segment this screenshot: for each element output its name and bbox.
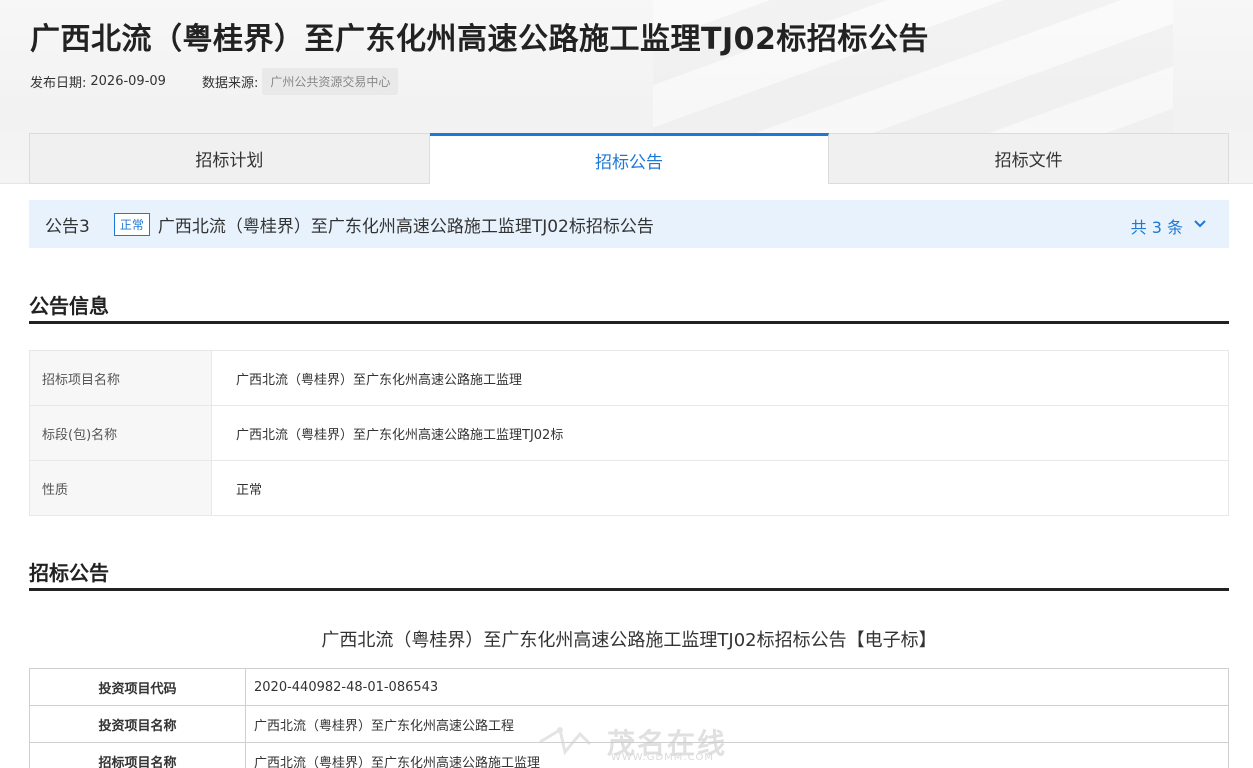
- tab-bid-notice[interactable]: 招标公告: [429, 133, 830, 184]
- page-meta: 发布日期: 2026-09-09 数据来源: 广州公共资源交易中心: [30, 67, 399, 95]
- table-row: 投资项目代码 2020-440982-48-01-086543: [29, 668, 1229, 706]
- site-watermark: 茂名在线 WWW.GDMM.COM: [535, 722, 735, 768]
- source-tag: 广州公共资源交易中心: [262, 67, 399, 95]
- info-value: 广西北流（粤桂界）至广东化州高速公路施工监理TJ02标: [211, 405, 1229, 461]
- notice-number: 公告3: [45, 216, 90, 237]
- watermark-url: WWW.GDMM.COM: [611, 752, 715, 763]
- detail-value: 广西北流（粤桂界）至广东化州高速公路工程: [245, 705, 1229, 743]
- info-key: 性质: [29, 460, 212, 516]
- detail-value: 广西北流（粤桂界）至广东化州高速公路施工监理: [245, 742, 1229, 768]
- notice-selector[interactable]: 公告3 正常 广西北流（粤桂界）至广东化州高速公路施工监理TJ02标招标公告 共…: [29, 200, 1229, 248]
- detail-key: 投资项目名称: [29, 705, 246, 743]
- section-heading-bid-notice: 招标公告: [29, 557, 1229, 591]
- detail-key: 投资项目代码: [29, 668, 246, 706]
- notice-title: 广西北流（粤桂界）至广东化州高速公路施工监理TJ02标招标公告: [157, 216, 654, 237]
- table-row: 招标项目名称 广西北流（粤桂界）至广东化州高速公路施工监理: [29, 350, 1229, 406]
- status-badge: 正常: [113, 212, 150, 236]
- source-label: 数据来源:: [201, 75, 259, 91]
- chevron-down-icon[interactable]: [1191, 215, 1209, 233]
- notice-info-table: 招标项目名称 广西北流（粤桂界）至广东化州高速公路施工监理 标段(包)名称 广西…: [29, 350, 1229, 516]
- watermark-logo-icon: [539, 727, 592, 756]
- page-title: 广西北流（粤桂界）至广东化州高速公路施工监理TJ02标招标公告: [30, 22, 929, 57]
- document-title: 广西北流（粤桂界）至广东化州高速公路施工监理TJ02标招标公告【电子标】: [321, 630, 937, 651]
- info-value: 正常: [211, 460, 1229, 516]
- detail-key: 招标项目名称: [29, 742, 246, 768]
- detail-value: 2020-440982-48-01-086543: [245, 668, 1229, 706]
- table-row: 标段(包)名称 广西北流（粤桂界）至广东化州高速公路施工监理TJ02标: [29, 405, 1229, 461]
- section-heading-notice-info: 公告信息: [29, 290, 1229, 324]
- notice-count[interactable]: 共 3 条: [1131, 214, 1183, 238]
- info-value: 广西北流（粤桂界）至广东化州高速公路施工监理: [211, 350, 1229, 406]
- table-row: 性质 正常: [29, 460, 1229, 516]
- publish-date-label: 发布日期:: [30, 75, 87, 91]
- tab-bid-documents[interactable]: 招标文件: [829, 133, 1230, 184]
- info-key: 招标项目名称: [29, 350, 212, 406]
- stage-tabs: 招标计划 招标公告 招标文件: [29, 133, 1230, 184]
- tab-bid-plan[interactable]: 招标计划: [29, 133, 430, 184]
- info-key: 标段(包)名称: [29, 405, 212, 461]
- publish-date: 2026-09-09: [90, 73, 166, 89]
